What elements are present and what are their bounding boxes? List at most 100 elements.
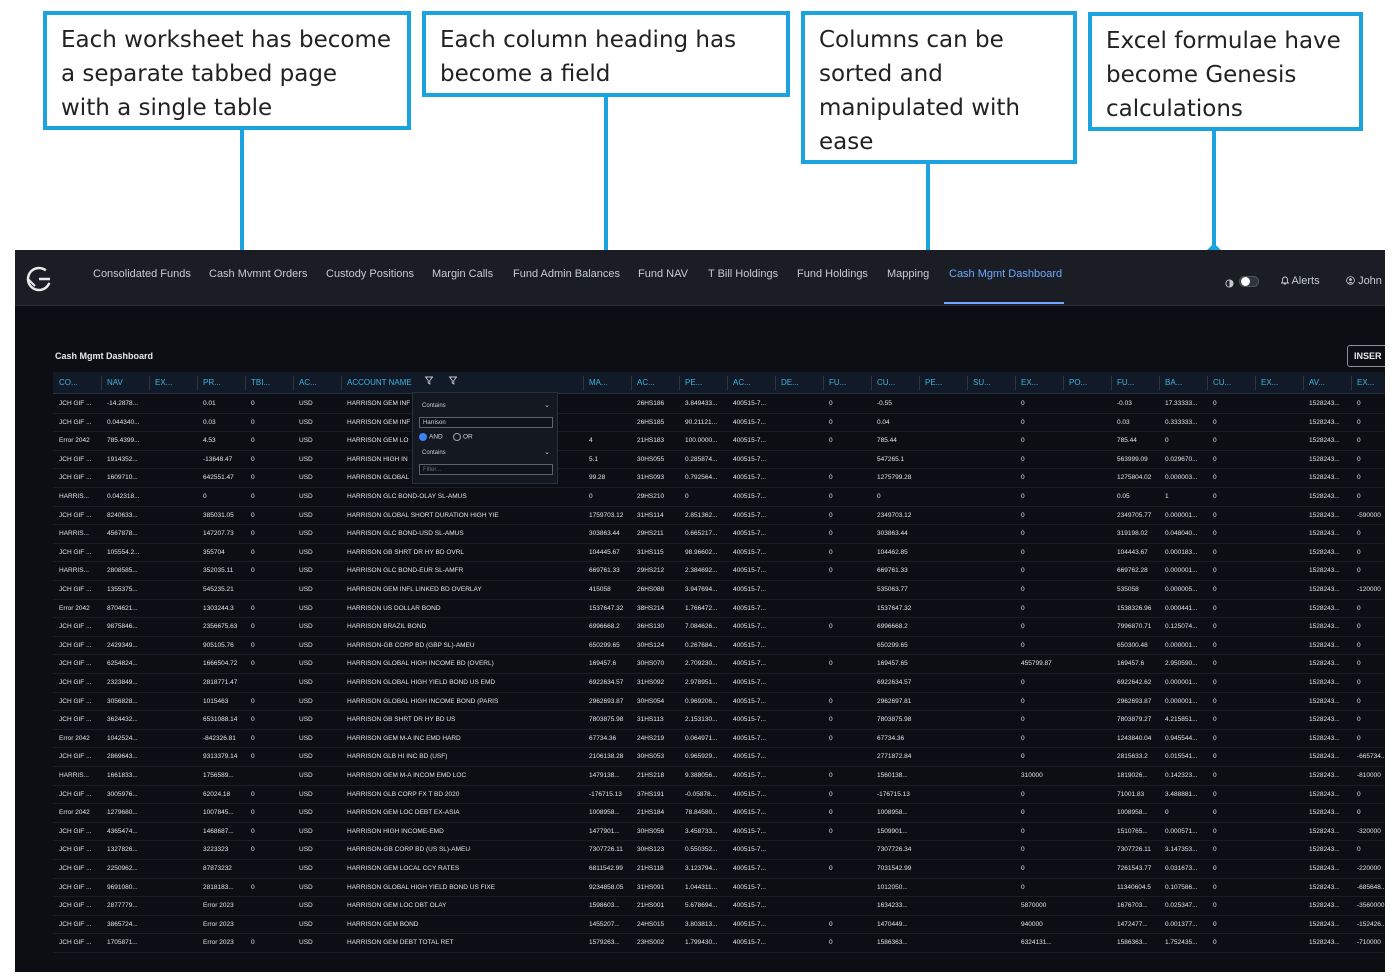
table-cell[interactable]: USD — [299, 753, 343, 760]
table-row[interactable]: JCH GIF ... 9875846... 2356675.63 0 USD HARRI… — [53, 618, 1385, 637]
table-cell[interactable]: 147207.73 — [203, 530, 249, 537]
table-cell[interactable]: 0 — [829, 474, 873, 481]
table-cell[interactable]: 0 — [1213, 865, 1257, 872]
column-header[interactable]: MA... — [589, 378, 608, 387]
table-cell[interactable]: 0 — [251, 567, 295, 574]
table-cell[interactable]: JCH GIF ... — [59, 716, 105, 723]
table-cell[interactable]: 7996870.71 — [1117, 623, 1163, 630]
table-cell[interactable]: 1528243... — [1309, 567, 1355, 574]
table-cell[interactable]: 0 — [829, 921, 873, 928]
table-cell[interactable]: 7261543.77 — [1117, 865, 1163, 872]
table-cell[interactable]: 1705871... — [107, 939, 151, 946]
column-header[interactable]: CO... — [59, 378, 78, 387]
tab-fund-nav[interactable]: Fund NAV — [638, 268, 688, 280]
table-cell[interactable]: 78.84580... — [685, 809, 731, 816]
table-cell[interactable]: 0 — [877, 493, 923, 500]
table-cell[interactable]: 0 — [1021, 605, 1067, 612]
table-cell[interactable]: HARRISON GEM BOND — [347, 921, 547, 928]
column-divider[interactable] — [149, 376, 150, 390]
table-cell[interactable]: 400515-7... — [733, 530, 779, 537]
table-cell[interactable]: 1528243... — [1309, 549, 1355, 556]
table-cell[interactable]: JCH GIF ... — [59, 753, 105, 760]
table-cell[interactable]: 535063.77 — [877, 586, 923, 593]
column-divider[interactable] — [631, 376, 632, 390]
table-cell[interactable]: JCH GIF ... — [59, 939, 105, 946]
filter-operator-select-1[interactable]: Contains ⌄ — [419, 400, 553, 412]
table-cell[interactable]: 3.849433... — [685, 400, 731, 407]
table-cell[interactable]: -176715.13 — [877, 791, 923, 798]
table-cell[interactable]: JCH GIF ... — [59, 512, 105, 519]
table-cell[interactable]: 1355375... — [107, 586, 151, 593]
table-cell[interactable]: 0 — [1021, 735, 1067, 742]
table-cell[interactable]: 0 — [1213, 828, 1257, 835]
column-divider[interactable] — [775, 376, 776, 390]
table-cell[interactable]: 650299.65 — [877, 642, 923, 649]
table-cell[interactable]: 400515-7... — [733, 586, 779, 593]
table-row[interactable]: HARRIS... 2808585... 352035.11 0 USD HARRISON… — [53, 562, 1385, 581]
table-cell[interactable]: 0 — [251, 512, 295, 519]
table-cell[interactable]: 0 — [685, 493, 731, 500]
table-cell[interactable]: 0 — [1357, 791, 1385, 798]
table-cell[interactable]: 4365474... — [107, 828, 151, 835]
table-cell[interactable]: 0 — [251, 716, 295, 723]
table-cell[interactable]: 0.945544... — [1165, 735, 1211, 742]
table-cell[interactable]: 2.851362... — [685, 512, 731, 519]
table-cell[interactable]: 0.03 — [203, 419, 249, 426]
table-cell[interactable]: 1042524... — [107, 735, 151, 742]
table-cell[interactable]: 0 — [251, 846, 295, 853]
table-cell[interactable]: 400515-7... — [733, 809, 779, 816]
table-cell[interactable]: USD — [299, 884, 343, 891]
table-cell[interactable]: 4 — [589, 437, 633, 444]
table-cell[interactable]: 1759703.12 — [589, 512, 633, 519]
table-cell[interactable]: 0 — [251, 735, 295, 742]
table-cell[interactable]: HARRISON GLC BOND-USD SL-AMUS — [347, 530, 547, 537]
table-cell[interactable]: 26HS185 — [637, 419, 683, 426]
tab-consolidated-funds[interactable]: Consolidated Funds — [93, 268, 191, 280]
table-cell[interactable]: USD — [299, 567, 343, 574]
table-cell[interactable]: USD — [299, 549, 343, 556]
table-cell[interactable]: USD — [299, 586, 343, 593]
table-cell[interactable]: 0.125074... — [1165, 623, 1211, 630]
table-cell[interactable]: 3223323 — [203, 846, 249, 853]
table-cell[interactable]: 98.96602... — [685, 549, 731, 556]
table-row[interactable]: JCH GIF ... 2877779... Error 2023 USD HARRIS… — [53, 897, 1385, 916]
table-cell[interactable]: 1528243... — [1309, 456, 1355, 463]
table-cell[interactable]: 642551.47 — [203, 474, 249, 481]
table-cell[interactable]: 1528243... — [1309, 716, 1355, 723]
table-cell[interactable]: 0 — [1021, 828, 1067, 835]
table-cell[interactable]: 26HS088 — [637, 586, 683, 593]
tab-cash-mgmt-dashboard[interactable]: Cash Mgmt Dashboard — [949, 268, 1062, 280]
table-cell[interactable]: 0 — [829, 567, 873, 574]
table-cell[interactable]: 1528243... — [1309, 865, 1355, 872]
table-cell[interactable]: 0 — [1357, 660, 1385, 667]
table-cell[interactable]: HARRISON GB SHRT DR HY BD OVRL — [347, 549, 547, 556]
table-cell[interactable]: USD — [299, 921, 343, 928]
table-cell[interactable]: 400515-7... — [733, 437, 779, 444]
table-cell[interactable]: 29HS210 — [637, 493, 683, 500]
table-cell[interactable]: 0.142323... — [1165, 772, 1211, 779]
table-cell[interactable]: 0.015541... — [1165, 753, 1211, 760]
table-cell[interactable]: 104445.67 — [589, 549, 633, 556]
table-cell[interactable]: 8704621... — [107, 605, 151, 612]
table-cell[interactable]: 1455207... — [589, 921, 633, 928]
table-cell[interactable]: USD — [299, 939, 343, 946]
table-row[interactable]: JCH GIF ... 1609710... 642551.47 0 USD HARRIS… — [53, 469, 1385, 488]
table-cell[interactable]: 1528243... — [1309, 921, 1355, 928]
table-cell[interactable]: 0.665217... — [685, 530, 731, 537]
table-cell[interactable]: 2349703.12 — [877, 512, 923, 519]
table-row[interactable]: HARRIS... 1661833... 1756589... USD HARRISON… — [53, 767, 1385, 786]
table-cell[interactable]: Error 2023 — [203, 902, 249, 909]
table-cell[interactable]: 71001.83 — [1117, 791, 1163, 798]
table-cell[interactable]: -590000 — [1357, 512, 1385, 519]
table-cell[interactable]: 0 — [1213, 902, 1257, 909]
table-cell[interactable]: 0 — [1021, 623, 1067, 630]
table-cell[interactable]: 104462.85 — [877, 549, 923, 556]
table-cell[interactable]: JCH GIF ... — [59, 679, 105, 686]
table-cell[interactable]: USD — [299, 437, 343, 444]
table-cell[interactable]: USD — [299, 400, 343, 407]
insert-button[interactable]: INSER — [1347, 345, 1385, 367]
column-menu-icon[interactable] — [424, 376, 434, 387]
column-divider[interactable] — [823, 376, 824, 390]
table-cell[interactable]: 1470449... — [877, 921, 923, 928]
table-cell[interactable]: 0 — [1357, 567, 1385, 574]
